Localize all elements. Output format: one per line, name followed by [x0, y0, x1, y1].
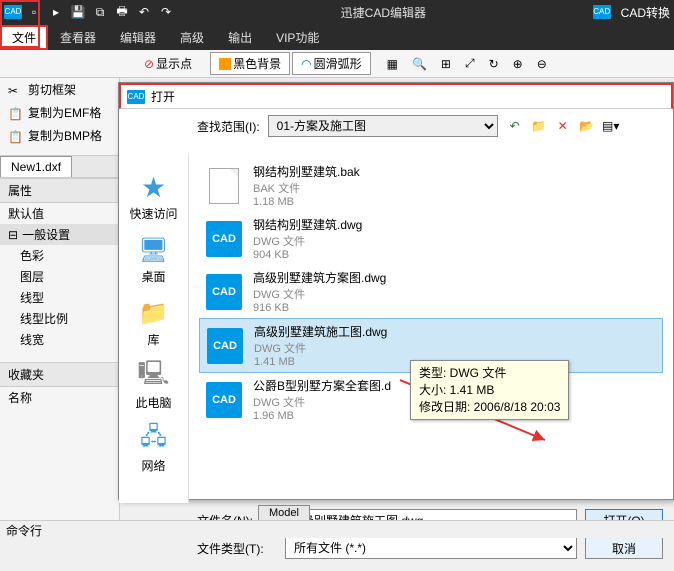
app-icon: CAD: [4, 5, 22, 19]
props-general[interactable]: ⊟一般设置: [0, 224, 119, 245]
prop-linetype[interactable]: 线型: [0, 287, 119, 308]
showpoints-button[interactable]: ⊘显示点: [138, 53, 198, 74]
filetype-select[interactable]: 所有文件 (*.*): [285, 537, 577, 559]
bmp-item[interactable]: 📋复制为BMP格: [0, 124, 119, 147]
convert-label[interactable]: CAD转换: [621, 4, 670, 21]
up-icon[interactable]: 📁: [530, 117, 548, 135]
blackbg-button[interactable]: 黑色背景: [210, 52, 290, 75]
prop-color[interactable]: 色彩: [0, 245, 119, 266]
lookup-label: 查找范围(I):: [197, 118, 260, 135]
tool-4[interactable]: ⤢: [459, 54, 481, 73]
menu-advanced[interactable]: 高级: [168, 25, 216, 50]
collapse-icon: ⊟: [8, 228, 18, 242]
saveall-icon[interactable]: ⧉: [92, 4, 108, 20]
command-bar[interactable]: 命令行: [0, 520, 674, 538]
app-title: 迅捷CAD编辑器: [174, 4, 593, 21]
filetype-label: 文件类型(T):: [197, 540, 277, 557]
lookup-select[interactable]: 01-方案及施工图: [268, 115, 498, 137]
fav-title: 收藏夹: [0, 362, 119, 387]
menu-output[interactable]: 输出: [216, 25, 264, 50]
prop-lineweight[interactable]: 线宽: [0, 329, 119, 350]
convert-icon: CAD: [593, 5, 611, 19]
undo-icon[interactable]: ↶: [136, 4, 152, 20]
file-name: 高级别墅建筑方案图.dwg: [253, 269, 386, 286]
del-icon[interactable]: ✕: [554, 117, 572, 135]
menu-vip[interactable]: VIP功能: [264, 25, 331, 50]
file-name: 高级别墅建筑施工图.dwg: [254, 323, 387, 340]
tool-1[interactable]: ▦: [381, 55, 404, 73]
viewmode-icon[interactable]: ▤▾: [602, 117, 620, 135]
file-size: 1.96 MB: [253, 410, 391, 419]
file-row[interactable]: 钢结构别墅建筑.bakBAK 文件1.18 MB: [199, 159, 663, 212]
file-size: 904 KB: [253, 249, 362, 261]
file-row[interactable]: CAD 钢结构别墅建筑.dwgDWG 文件904 KB: [199, 212, 663, 265]
tool-7[interactable]: ⊖: [531, 55, 553, 73]
emf-item[interactable]: 📋复制为EMF格: [0, 101, 119, 124]
crop-icon: ✂: [8, 84, 22, 96]
dialog-icon: CAD: [127, 90, 145, 104]
file-size: 1.18 MB: [253, 196, 360, 208]
bmp-icon: 📋: [8, 130, 22, 142]
props-default: 默认值: [0, 203, 119, 224]
cad-file-icon: CAD: [206, 274, 242, 310]
save-icon[interactable]: 💾: [70, 4, 86, 20]
menu-viewer[interactable]: 查看器: [48, 25, 108, 50]
model-tab[interactable]: Model: [258, 505, 310, 521]
file-row[interactable]: CAD 高级别墅建筑方案图.dwgDWG 文件916 KB: [199, 265, 663, 318]
cad-file-icon: CAD: [206, 221, 242, 257]
file-size: 916 KB: [253, 302, 386, 314]
crop-item[interactable]: ✂剪切框架: [0, 78, 119, 101]
side-desktop[interactable]: 🖥桌面: [124, 234, 184, 285]
cancel-button[interactable]: 取消: [585, 537, 663, 559]
tool-2[interactable]: 🔍: [406, 55, 433, 73]
file-name: 钢结构别墅建筑.dwg: [253, 216, 362, 233]
file-type: DWG 文件: [253, 394, 391, 410]
side-thispc[interactable]: 🖳此电脑: [124, 360, 184, 411]
prop-layer[interactable]: 图层: [0, 266, 119, 287]
file-name: 钢结构别墅建筑.bak: [253, 163, 360, 180]
blank-file-icon: [209, 168, 239, 204]
menu-editor[interactable]: 编辑器: [108, 25, 168, 50]
side-network[interactable]: 🖧网络: [124, 423, 184, 474]
tool-6[interactable]: ⊕: [507, 55, 529, 73]
cad-file-icon: CAD: [207, 328, 243, 364]
fav-name: 名称: [0, 387, 119, 408]
cad-file-icon: CAD: [206, 382, 242, 418]
newfolder-icon[interactable]: 📂: [578, 117, 596, 135]
file-tooltip: 类型: DWG 文件 大小: 1.41 MB 修改日期: 2006/8/18 2…: [410, 360, 569, 420]
file-type: BAK 文件: [253, 180, 360, 196]
prop-linescale[interactable]: 线型比例: [0, 308, 119, 329]
menu-file[interactable]: 文件: [0, 25, 48, 50]
file-type: DWG 文件: [253, 233, 362, 249]
side-quick[interactable]: ★快速访问: [124, 171, 184, 222]
back-icon[interactable]: ↶: [506, 117, 524, 135]
file-size: 1.41 MB: [254, 356, 387, 368]
file-type: DWG 文件: [253, 286, 386, 302]
redo-icon[interactable]: ↷: [158, 4, 174, 20]
tool-5[interactable]: ↻: [483, 55, 505, 73]
print-icon[interactable]: 🖶: [114, 4, 130, 20]
open-dialog: CAD 打开 查找范围(I): 01-方案及施工图 ↶ 📁 ✕ 📂 ▤▾ ★快速…: [118, 82, 674, 500]
file-type: DWG 文件: [254, 340, 387, 356]
tool-3[interactable]: ⊞: [435, 55, 457, 73]
doc-tab[interactable]: New1.dxf: [0, 156, 72, 177]
dialog-title: 打开: [151, 88, 175, 105]
new-icon[interactable]: ▫: [26, 4, 42, 20]
emf-icon: 📋: [8, 107, 22, 119]
file-name: 公爵B型别墅方案全套图.d: [253, 377, 391, 394]
open-icon[interactable]: ▸: [48, 4, 64, 20]
side-library[interactable]: 📁库: [124, 297, 184, 348]
arc-button[interactable]: ◠圆滑弧形: [292, 52, 371, 75]
props-panel-title: 属性: [0, 178, 119, 203]
